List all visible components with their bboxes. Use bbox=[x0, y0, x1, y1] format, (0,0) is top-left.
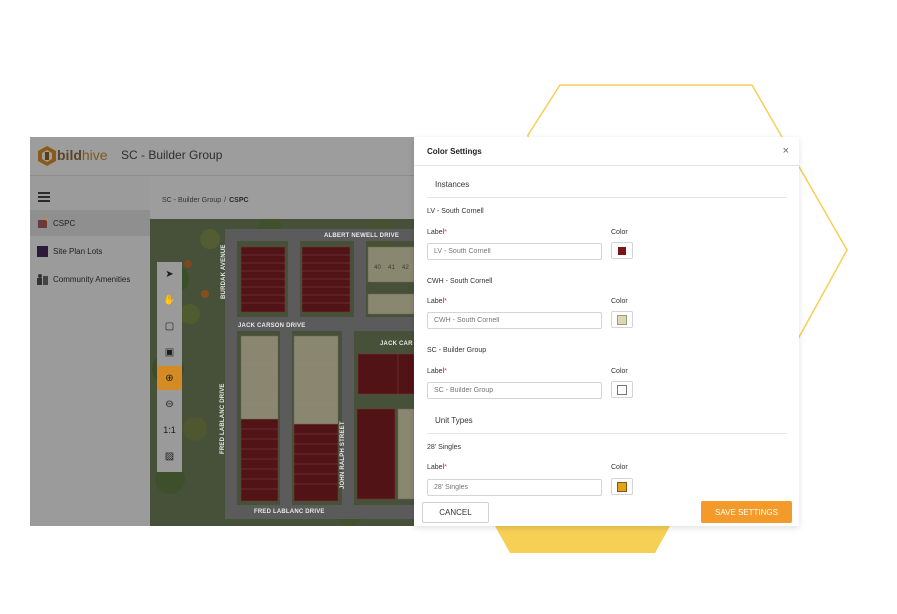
label-input[interactable] bbox=[427, 479, 602, 496]
hexagon-fill-decoration bbox=[495, 526, 670, 553]
instance-name: LV - South Cornell bbox=[427, 208, 484, 215]
label-field-label: Label* bbox=[427, 368, 447, 375]
color-field-label: Color bbox=[611, 464, 628, 471]
lot-number: 42 bbox=[402, 265, 410, 271]
zoom-out-icon[interactable]: ⊖ bbox=[157, 392, 182, 416]
label-field-label: Label* bbox=[427, 464, 447, 471]
breadcrumb-current: CSPC bbox=[229, 197, 249, 204]
color-swatch bbox=[617, 384, 627, 395]
label-input[interactable] bbox=[427, 312, 602, 329]
street-label: FRED LABLANC DRIVE bbox=[254, 509, 325, 515]
label-input[interactable] bbox=[427, 382, 602, 399]
sidebar-item-site-plan-lots[interactable]: Site Plan Lots bbox=[30, 238, 150, 264]
site-plan-map[interactable]: ALBERT NEWELL DRIVE BURDAK AVENUE JACK C… bbox=[150, 219, 414, 526]
amenities-icon bbox=[37, 273, 48, 285]
divider bbox=[414, 165, 799, 166]
color-picker-button[interactable] bbox=[611, 478, 633, 495]
pan-hand-icon[interactable]: ✋ bbox=[157, 288, 182, 312]
sidebar-item-label: Community Amenities bbox=[53, 274, 131, 284]
street-label: JACK CARSON DRIVE bbox=[238, 323, 306, 329]
actual-size-icon[interactable]: 1:1 bbox=[157, 418, 182, 442]
breadcrumb: SC - Builder Group / CSPC bbox=[150, 176, 414, 218]
color-field-label: Color bbox=[611, 368, 628, 375]
color-picker-button[interactable] bbox=[611, 242, 633, 259]
color-field-label: Color bbox=[611, 229, 628, 236]
sidebar: CSPC Site Plan Lots Community Amenities bbox=[30, 176, 151, 526]
label-field-label: Label* bbox=[427, 229, 447, 236]
color-swatch bbox=[617, 481, 627, 492]
image-icon[interactable]: ▨ bbox=[157, 444, 182, 468]
bildhive-logo-icon bbox=[38, 146, 56, 166]
sidebar-item-community-amenities[interactable]: Community Amenities bbox=[30, 266, 150, 292]
map-pin-icon bbox=[38, 217, 48, 228]
brand-name: bildhive bbox=[57, 147, 108, 163]
edit-polygon-icon[interactable]: ▣ bbox=[157, 340, 182, 364]
divider bbox=[427, 197, 787, 198]
street-label: ALBERT NEWELL DRIVE bbox=[324, 233, 400, 239]
app-window: bildhive SC - Builder Group CSPC Site Pl… bbox=[30, 137, 414, 526]
street-label: JOHN RALPH STREET bbox=[340, 421, 346, 489]
unit-type-name: 28' Singles bbox=[427, 444, 462, 451]
label-field-label: Label* bbox=[427, 298, 447, 305]
save-settings-button[interactable]: SAVE SETTINGS bbox=[701, 501, 792, 523]
sidebar-item-label: Site Plan Lots bbox=[53, 246, 103, 256]
street-label: FRED LABLANC DRIVE bbox=[220, 383, 226, 454]
label-input[interactable] bbox=[427, 243, 602, 260]
dialog-title: Color Settings bbox=[427, 147, 482, 156]
section-heading-instances: Instances bbox=[435, 180, 470, 189]
zoom-in-icon[interactable]: ⊕ bbox=[157, 366, 182, 390]
map-toolbar: ➤ ✋ ▢ ▣ ⊕ ⊖ 1:1 ▨ bbox=[157, 262, 182, 472]
color-picker-button[interactable] bbox=[611, 311, 633, 328]
color-picker-button[interactable] bbox=[611, 381, 633, 398]
select-arrow-icon[interactable]: ➤ bbox=[157, 262, 182, 286]
street-label: BURDAK AVENUE bbox=[221, 244, 227, 299]
sidebar-item-label: CSPC bbox=[53, 218, 76, 228]
breadcrumb-separator: / bbox=[224, 197, 227, 204]
sidebar-item-cspc[interactable]: CSPC bbox=[30, 210, 150, 236]
divider bbox=[427, 433, 787, 434]
instance-name: CWH - South Cornell bbox=[427, 278, 493, 285]
app-title: SC - Builder Group bbox=[121, 148, 223, 162]
draw-polygon-icon[interactable]: ▢ bbox=[157, 314, 182, 338]
color-swatch bbox=[617, 314, 627, 325]
instance-name: SC - Builder Group bbox=[427, 347, 487, 354]
color-swatch bbox=[618, 246, 626, 255]
street-label: JACK CAR bbox=[380, 341, 413, 347]
lot-number: 41 bbox=[388, 265, 396, 271]
close-icon[interactable]: × bbox=[783, 145, 789, 157]
section-heading-unit-types: Unit Types bbox=[435, 416, 473, 425]
lots-square-icon bbox=[37, 245, 48, 257]
cancel-button[interactable]: CANCEL bbox=[422, 502, 489, 523]
hamburger-menu-icon[interactable] bbox=[38, 192, 50, 202]
color-settings-dialog: Color Settings × Instances LV - South Co… bbox=[414, 137, 799, 526]
lot-number: 40 bbox=[374, 265, 382, 271]
breadcrumb-parent[interactable]: SC - Builder Group bbox=[162, 197, 221, 204]
app-header: bildhive SC - Builder Group bbox=[30, 137, 414, 176]
color-field-label: Color bbox=[611, 298, 628, 305]
